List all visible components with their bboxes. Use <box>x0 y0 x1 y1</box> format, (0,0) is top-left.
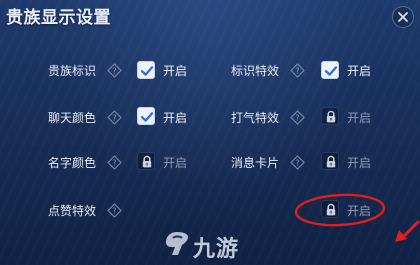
setting-label: 贵族标识 <box>48 64 97 78</box>
setting-label: 聊天颜色 <box>48 111 97 125</box>
svg-text:?: ? <box>112 114 116 123</box>
checkmark-icon <box>324 66 338 76</box>
question-diamond-icon[interactable]: ? <box>290 110 305 125</box>
question-diamond-icon[interactable]: ? <box>107 155 122 170</box>
question-diamond-icon[interactable]: ? <box>107 63 122 78</box>
question-diamond-icon[interactable]: ? <box>290 155 305 170</box>
state-label: 开启 <box>347 204 372 218</box>
state-label: 开启 <box>163 111 188 125</box>
dialog-title: 贵族显示设置 <box>6 8 111 28</box>
setting-label: 打气特效 <box>231 111 280 125</box>
svg-text:?: ? <box>112 67 116 76</box>
close-icon <box>398 12 408 22</box>
question-diamond-icon[interactable]: ? <box>290 63 305 78</box>
setting-label: 标识特效 <box>231 64 280 78</box>
svg-text:?: ? <box>295 114 299 123</box>
red-arrowhead-icon <box>395 230 407 242</box>
checkbox-checked[interactable] <box>137 107 155 125</box>
red-annotation-ellipse <box>294 193 420 242</box>
state-label: 开启 <box>163 64 188 78</box>
checkbox-checked[interactable] <box>137 61 155 79</box>
checkbox-locked[interactable] <box>321 152 339 170</box>
svg-text:?: ? <box>112 207 116 216</box>
state-label: 开启 <box>347 111 372 125</box>
checkbox-checked[interactable] <box>321 61 339 79</box>
state-label: 开启 <box>347 156 372 170</box>
checkbox-locked[interactable] <box>321 200 339 218</box>
close-button[interactable] <box>392 6 414 28</box>
lock-icon <box>326 155 336 168</box>
checkbox-locked[interactable] <box>321 107 339 125</box>
lock-icon <box>326 110 336 123</box>
red-arrow-icon <box>400 220 420 240</box>
noble-display-settings-dialog: 贵族显示设置 贵族标识 ? 开启 标识特效 ? 开启 聊天颜色 ? 开启 打气特… <box>0 0 420 265</box>
jiuyou-logo-icon <box>166 232 188 255</box>
checkmark-icon <box>140 66 154 76</box>
question-diamond-icon[interactable]: ? <box>107 203 122 218</box>
checkbox-locked[interactable] <box>137 152 155 170</box>
state-label: 开启 <box>163 156 188 170</box>
svg-text:?: ? <box>295 67 299 76</box>
watermark-text: 九游 <box>193 237 240 262</box>
question-diamond-icon[interactable]: ? <box>107 110 122 125</box>
lock-icon <box>326 203 336 216</box>
svg-text:?: ? <box>295 159 299 168</box>
lock-icon <box>142 155 152 168</box>
setting-label: 消息卡片 <box>231 156 280 170</box>
setting-label: 名字颜色 <box>48 156 97 170</box>
setting-label: 点赞特效 <box>48 204 97 218</box>
svg-text:?: ? <box>112 159 116 168</box>
checkmark-icon <box>140 112 154 122</box>
state-label: 开启 <box>347 64 372 78</box>
